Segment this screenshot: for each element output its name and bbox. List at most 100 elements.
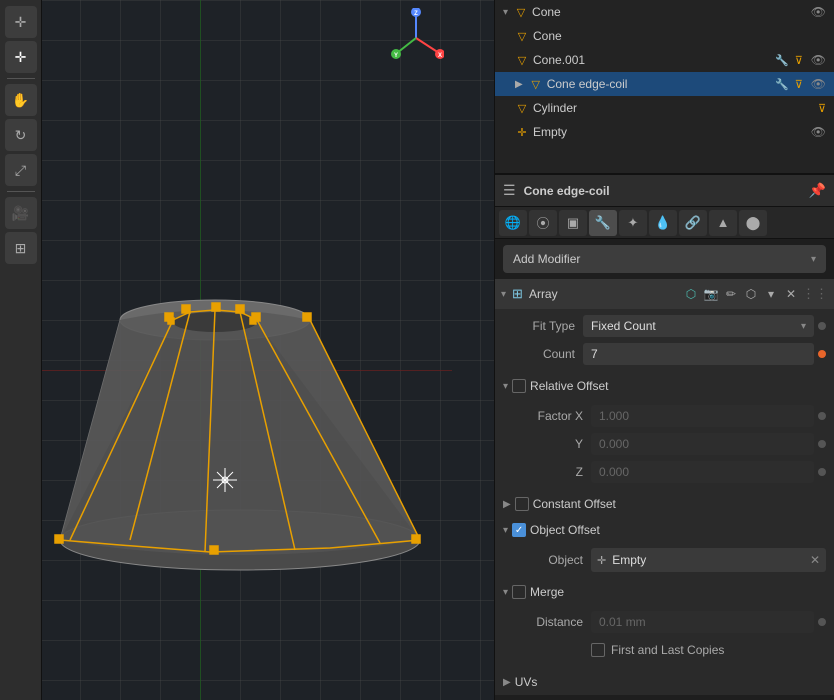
outliner-icon-cone001: ▽	[515, 54, 529, 67]
merge-check[interactable]	[512, 585, 526, 599]
array-realtime-icon[interactable]: ⬡	[682, 285, 700, 303]
cursor-tool-button[interactable]: ✛	[5, 41, 37, 73]
outliner-funnel-cone-edge-coil: ⊽	[795, 78, 803, 91]
merge-content: Distance 0.01 mm First and Last Copies	[495, 605, 834, 669]
tab-physics[interactable]: 💧	[649, 210, 677, 236]
relative-offset-arrow: ▾	[503, 381, 508, 392]
outliner-item-cone-edge-coil[interactable]: ▶ ▽ Cone edge-coil 🔧 ⊽ 👁	[495, 72, 834, 96]
array-delete-icon[interactable]: ✕	[782, 285, 800, 303]
fit-type-dropdown[interactable]: Fixed Count ▾	[583, 315, 814, 337]
array-edit-icon[interactable]: ✏	[722, 285, 740, 303]
outliner-item-cone-child[interactable]: ▽ Cone	[495, 24, 834, 48]
tab-particles[interactable]: ✦	[619, 210, 647, 236]
render-tool-button[interactable]: ⊞	[5, 232, 37, 264]
outliner: ▾ ▽ Cone 👁 ▽ Cone ▽ Cone.001 🔧 ⊽ 👁 ▶ ▽ C…	[495, 0, 834, 175]
factor-y-field[interactable]: 0.000	[591, 433, 814, 455]
object-field-value: Empty	[612, 553, 804, 567]
outliner-eye-cone-edge-coil[interactable]: 👁	[811, 77, 826, 91]
outliner-item-empty[interactable]: ✛ Empty 👁	[495, 120, 834, 144]
outliner-item-cone001[interactable]: ▽ Cone.001 🔧 ⊽ 👁	[495, 48, 834, 72]
distance-row: Distance 0.01 mm	[511, 609, 826, 635]
object-field[interactable]: ✛ Empty ✕	[591, 548, 826, 572]
select-tool-button[interactable]: ✛	[5, 6, 37, 38]
tab-modifier[interactable]: 🔧	[589, 210, 617, 236]
factor-x-field[interactable]: 1.000	[591, 405, 814, 427]
outliner-label-cone001: Cone.001	[533, 53, 771, 67]
array-icon: ⊞	[512, 286, 523, 302]
object-row: Object ✛ Empty ✕	[511, 547, 826, 573]
outliner-label-cone-edge-coil: Cone edge-coil	[547, 77, 771, 91]
outliner-icon-empty: ✛	[515, 126, 529, 139]
factor-z-dot	[818, 468, 826, 476]
properties-tabs: 🌐 ⦿ ▣ 🔧 ✦ 💧 🔗 ▲ ⬤	[495, 207, 834, 239]
outliner-eye-empty[interactable]: 👁	[811, 125, 826, 139]
array-cage-icon[interactable]: ⬡	[742, 285, 760, 303]
first-last-row: First and Last Copies	[511, 637, 826, 663]
merge-header[interactable]: ▾ Merge	[495, 579, 834, 605]
outliner-eye-cone-parent[interactable]: 👁	[811, 5, 826, 19]
object-offset-check[interactable]: ✓	[512, 523, 526, 537]
factor-y-value: 0.000	[599, 437, 629, 451]
outliner-icon-cone-child: ▽	[515, 30, 529, 43]
toolbar-sep2	[7, 191, 35, 192]
factor-x-value: 1.000	[599, 409, 629, 423]
array-render-icon[interactable]: 📷	[702, 285, 720, 303]
tab-world[interactable]: ⦿	[529, 210, 557, 236]
array-more-icon[interactable]: ▾	[762, 285, 780, 303]
distance-label: Distance	[511, 615, 591, 629]
constant-offset-header[interactable]: ▶ Constant Offset	[495, 491, 834, 517]
move-tool-button[interactable]: ✋	[5, 84, 37, 116]
count-value-field[interactable]: 7	[583, 343, 814, 365]
object-offset-header[interactable]: ▾ ✓ Object Offset	[495, 517, 834, 543]
distance-field[interactable]: 0.01 mm	[591, 611, 814, 633]
constant-offset-arrow: ▶	[503, 499, 511, 510]
fit-type-dot	[818, 322, 826, 330]
outliner-label-cylinder: Cylinder	[533, 101, 814, 115]
relative-offset-content: Factor X 1.000 Y 0.000	[495, 399, 834, 491]
pin-icon[interactable]: 📌	[809, 182, 826, 199]
tab-constraints[interactable]: 🔗	[679, 210, 707, 236]
outliner-funnel-cylinder: ⊽	[818, 102, 826, 115]
factor-y-row: Y 0.000	[511, 431, 826, 457]
constant-offset-section: ▶ Constant Offset	[495, 491, 834, 517]
outliner-item-cylinder[interactable]: ▽ Cylinder ⊽	[495, 96, 834, 120]
first-last-check[interactable]	[591, 643, 605, 657]
outliner-eye-cone001[interactable]: 👁	[811, 53, 826, 67]
count-value: 7	[591, 347, 598, 361]
factor-x-dot	[818, 412, 826, 420]
outliner-wrench-cone-edge-coil: 🔧	[775, 78, 789, 91]
constant-offset-check[interactable]	[515, 497, 529, 511]
relative-offset-check[interactable]	[512, 379, 526, 393]
uvs-header[interactable]: ▶ UVs	[495, 669, 834, 695]
tab-object[interactable]: ▣	[559, 210, 587, 236]
fit-type-arrow: ▾	[801, 321, 806, 332]
distance-dot	[818, 618, 826, 626]
fit-type-value: Fixed Count	[591, 319, 656, 333]
camera-tool-button[interactable]: 🎥	[5, 197, 37, 229]
relative-offset-label: Relative Offset	[530, 379, 608, 393]
outliner-arrow-cone-parent: ▾	[503, 7, 508, 18]
relative-offset-header[interactable]: ▾ Relative Offset	[495, 373, 834, 399]
scale-tool-button[interactable]: ⤢	[5, 154, 37, 186]
array-drag-handle[interactable]: ⋮⋮	[802, 286, 828, 302]
tab-material[interactable]: ⬤	[739, 210, 767, 236]
object-offset-content: Object ✛ Empty ✕	[495, 543, 834, 579]
axis-gizmo: Z X Y	[389, 8, 444, 68]
object-offset-section: ▾ ✓ Object Offset Object ✛ Empty ✕	[495, 517, 834, 579]
factor-x-row: Factor X 1.000	[511, 403, 826, 429]
factor-z-field[interactable]: 0.000	[591, 461, 814, 483]
factor-y-label: Y	[511, 437, 591, 451]
add-modifier-arrow: ▾	[811, 254, 816, 265]
array-modifier-header[interactable]: ▾ ⊞ Array ⬡ 📷 ✏ ⬡ ▾ ✕ ⋮⋮	[495, 279, 834, 309]
merge-section: ▾ Merge Distance 0.01 mm	[495, 579, 834, 669]
tab-data[interactable]: ▲	[709, 210, 737, 236]
tab-scene[interactable]: 🌐	[499, 210, 527, 236]
array-modifier-block: ▾ ⊞ Array ⬡ 📷 ✏ ⬡ ▾ ✕ ⋮⋮	[495, 279, 834, 695]
rotate-tool-button[interactable]: ↻	[5, 119, 37, 151]
outliner-expand-cone-edge-coil: ▶	[515, 79, 523, 90]
outliner-item-cone-parent[interactable]: ▾ ▽ Cone 👁	[495, 0, 834, 24]
add-modifier-button[interactable]: Add Modifier ▾	[503, 245, 826, 273]
object-field-clear[interactable]: ✕	[810, 553, 820, 567]
toolbar-sep1	[7, 78, 35, 79]
relative-offset-section: ▾ Relative Offset Factor X 1.000	[495, 373, 834, 491]
